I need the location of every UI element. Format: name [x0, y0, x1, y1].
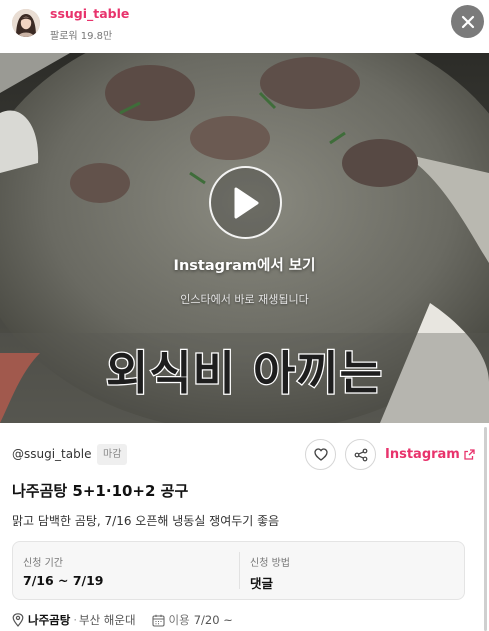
- application-method: 신청 방법 댓글: [239, 552, 466, 591]
- follower-count: 팔로워 19.8만: [50, 31, 113, 42]
- place-area: 부산 해운대: [78, 613, 136, 627]
- map-pin-icon: [12, 613, 24, 627]
- instagram-link[interactable]: Instagram: [385, 447, 475, 462]
- application-info-box: 신청 기간 7/16 ~ 7/19 신청 방법 댓글: [12, 541, 465, 600]
- video-caption: 외식비 아끼는: [105, 345, 383, 402]
- use-label: 이용: [168, 613, 190, 627]
- instagram-link-label: Instagram: [385, 447, 460, 462]
- close-icon: [461, 15, 474, 28]
- period-value: 7/16 ~ 7/19: [23, 573, 104, 588]
- place-name[interactable]: 나주곰탕: [28, 612, 70, 628]
- play-hint-label: 인스타에서 바로 재생됩니다: [180, 293, 309, 306]
- application-period: 신청 기간 7/16 ~ 7/19: [13, 542, 239, 599]
- play-icon: [234, 187, 258, 218]
- video-preview[interactable]: Instagram에서 보기 인스타에서 바로 재생됩니다 외식비 아끼는: [0, 53, 489, 423]
- scrollbar[interactable]: [484, 427, 487, 631]
- play-button[interactable]: [209, 166, 282, 239]
- share-button[interactable]: [345, 439, 376, 470]
- use-value: 7/20 ~: [193, 613, 233, 627]
- external-link-icon: [464, 449, 475, 460]
- post-description: 맑고 담백한 곰탕, 7/16 오픈해 냉동실 쟁여두기 좋음: [12, 514, 280, 528]
- post-details: @ssugi_table 마감 Instagram 나주곰탕 5+1·10+2 …: [0, 423, 489, 631]
- post-title: 나주곰탕 5+1·10+2 공구: [12, 482, 189, 500]
- profile-name[interactable]: ssugi_table: [50, 6, 129, 21]
- calendar-icon: [151, 614, 165, 627]
- share-icon: [354, 448, 367, 461]
- avatar[interactable]: [12, 9, 40, 37]
- method-value: 댓글: [250, 576, 274, 591]
- heart-icon: [313, 448, 328, 461]
- header: ssugi_table 팔로워 19.8만: [0, 0, 489, 53]
- close-button[interactable]: [451, 5, 484, 38]
- post-handle[interactable]: @ssugi_table: [12, 447, 91, 461]
- use-period: 이용 7/20 ~: [151, 612, 233, 628]
- like-button[interactable]: [305, 439, 336, 470]
- place-info-row: 나주곰탕 · 부산 해운대 이용 7/20 ~: [12, 611, 233, 629]
- view-on-instagram-label[interactable]: Instagram에서 보기: [0, 254, 489, 275]
- period-label: 신청 기간: [23, 558, 63, 569]
- status-badge: 마감: [97, 444, 128, 465]
- place-separator: ·: [73, 613, 77, 627]
- method-label: 신청 방법: [250, 558, 290, 569]
